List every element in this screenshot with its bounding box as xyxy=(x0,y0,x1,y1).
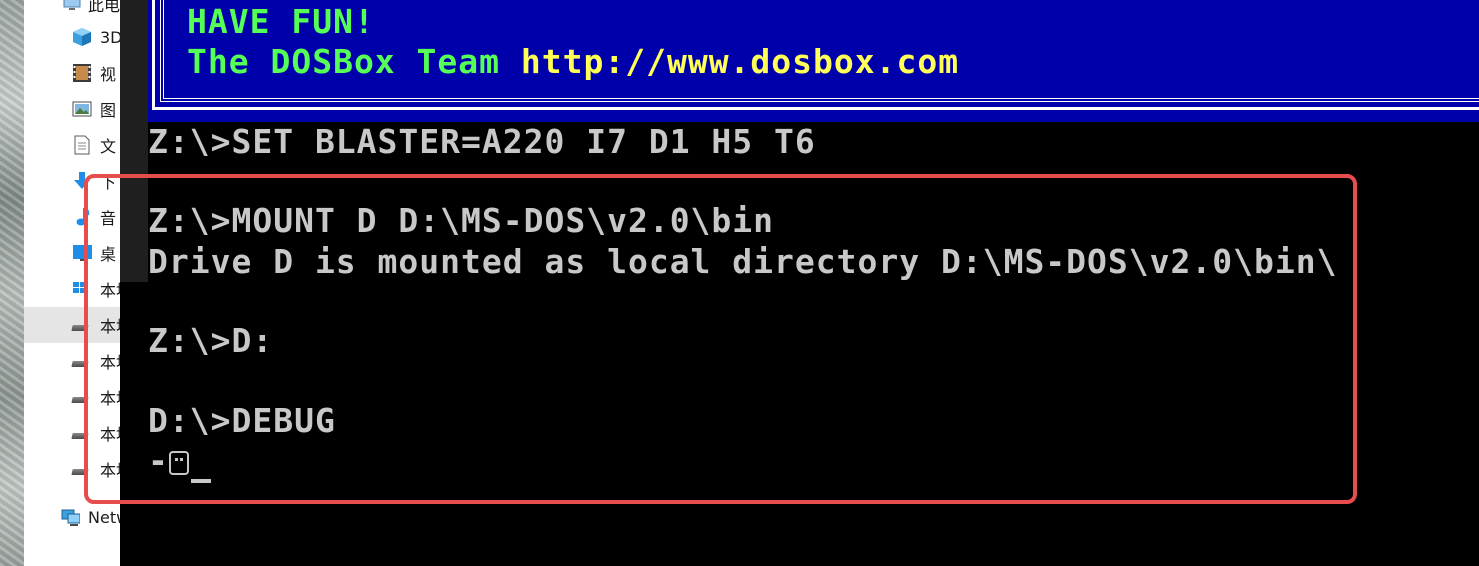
console-line-set-blaster: Z:\>SET BLASTER=A220 I7 D1 H5 T6 xyxy=(148,122,816,161)
highlight-annotation-box xyxy=(84,174,1357,504)
banner-have-fun: HAVE FUN! xyxy=(187,2,375,41)
3d-objects-icon xyxy=(72,27,92,47)
network-icon xyxy=(60,507,80,527)
video-icon xyxy=(72,63,92,83)
pictures-icon xyxy=(72,99,92,119)
nav-label: 此电 xyxy=(88,0,121,15)
documents-icon xyxy=(72,135,92,155)
nav-label: 文 xyxy=(100,137,117,156)
banner-team-line: The DOSBox Team http://www.dosbox.com xyxy=(187,42,959,81)
nav-label: 图 xyxy=(100,101,117,120)
banner-url: http://www.dosbox.com xyxy=(520,42,960,81)
pc-icon xyxy=(62,0,82,14)
desktop-wallpaper xyxy=(0,0,24,566)
banner-team-name: The DOSBox Team xyxy=(187,42,521,81)
nav-label: 视 xyxy=(100,65,117,84)
